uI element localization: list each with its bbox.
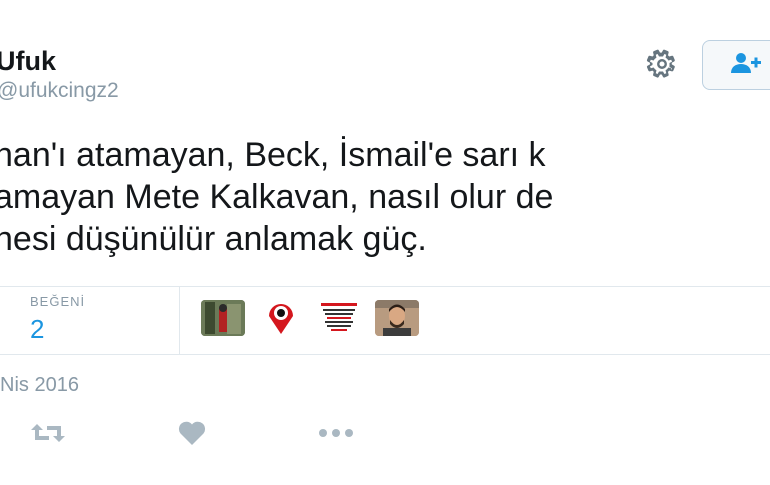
stats-column-divider [179,286,180,354]
tweet-text-line: amayan Mete Kalkavan, nasıl olur de [0,178,554,216]
settings-button[interactable] [640,46,684,86]
retweet-button[interactable] [28,418,68,452]
avatar[interactable] [259,300,303,336]
gear-icon [645,47,679,86]
like-button[interactable] [174,418,210,452]
tweet-text-line: nesi düşünülür anlamak güç. [0,220,427,258]
user-handle[interactable]: @ufukcingz2 [0,79,119,103]
tweet-date[interactable]: Nis 2016 [0,374,79,397]
user-name[interactable]: Ufuk [0,46,56,77]
heart-icon [177,420,207,451]
retweet-icon [29,420,67,451]
avatar[interactable] [375,300,419,336]
tweet-text-line: han'ı atamayan, Beck, İsmail'e sarı k [0,136,546,174]
more-icon [317,426,355,444]
tweet-text: han'ı atamayan, Beck, İsmail'e sarı k am… [0,134,770,260]
likes-count[interactable]: 2 [30,314,44,345]
avatar[interactable] [317,300,361,336]
stats-bottom-divider [0,354,770,355]
follow-user-icon [729,51,765,80]
liker-avatars [201,300,419,336]
more-button[interactable] [316,418,356,452]
stats-top-divider [0,286,770,287]
avatar[interactable] [201,300,245,336]
follow-button[interactable] [702,40,770,90]
likes-label[interactable]: BEĞENİ [30,294,85,309]
